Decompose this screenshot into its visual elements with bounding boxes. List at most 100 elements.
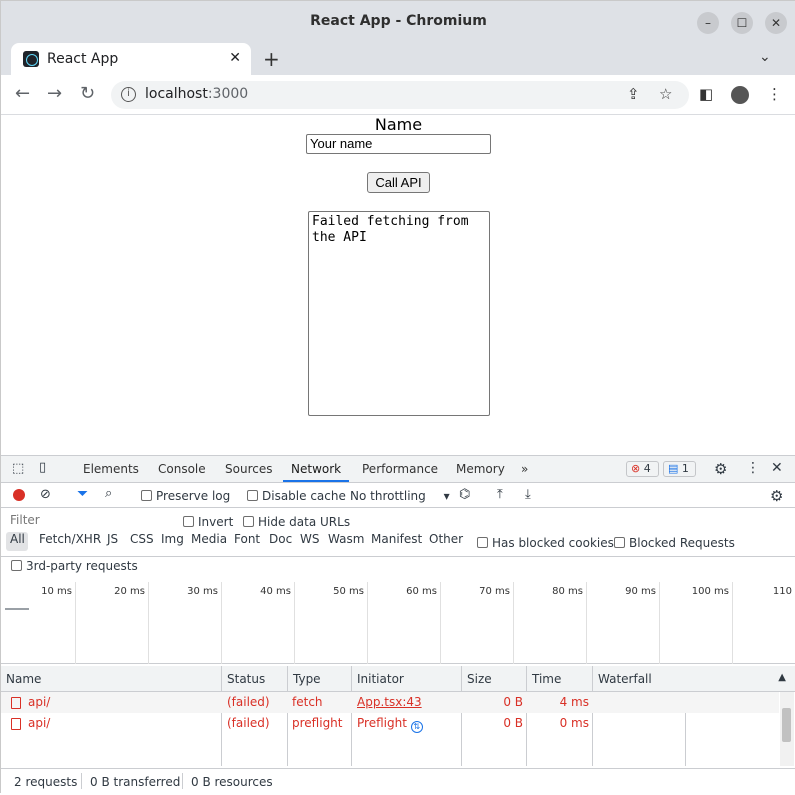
scrollbar-thumb[interactable] [782,708,791,742]
tab-elements[interactable]: Elements [83,462,139,476]
devtools-menu-icon[interactable]: ⋮ [746,460,760,476]
forward-icon[interactable]: → [47,83,62,104]
inspect-element-icon[interactable]: ⬚ [12,461,24,476]
preserve-log-checkbox[interactable]: Preserve log [141,489,230,503]
filter-fetch-xhr[interactable]: Fetch/XHR [39,532,101,546]
site-info-icon[interactable]: i [121,87,136,102]
document-error-icon [11,718,21,730]
timeline-tick: 110 [732,582,795,664]
url-text: localhost:3000 [145,86,249,102]
throttling-select[interactable]: No throttling ▾ [350,489,450,503]
col-type-header[interactable]: Type [288,666,352,692]
record-icon[interactable] [13,489,25,501]
summary-transferred: 0 B transferred [90,775,181,789]
timeline-tick: 100 ms [659,582,732,664]
close-window-button[interactable]: ✕ [765,12,787,34]
close-tab-icon[interactable]: ✕ [229,50,241,66]
preflight-icon[interactable]: ⇅ [410,721,423,733]
filter-ws[interactable]: WS [300,532,319,546]
close-devtools-icon[interactable]: ✕ [771,460,783,476]
name-input[interactable]: Your name [306,134,491,154]
reload-icon[interactable]: ↻ [80,83,95,104]
request-type: fetch [292,695,323,709]
device-toolbar-icon[interactable]: ▯ [39,460,46,475]
filter-input[interactable]: Filter [6,513,171,530]
col-name-header[interactable]: Name [1,666,222,692]
tab-strip: React App ✕ [1,43,795,75]
filter-media[interactable]: Media [191,532,227,546]
filter-img[interactable]: Img [161,532,184,546]
message-badge[interactable]: ▤ 1 [663,461,696,477]
col-waterfall-header[interactable]: Waterfall ▲ [593,666,795,692]
side-panel-icon[interactable]: ◧ [699,85,713,103]
tab-console[interactable]: Console [158,462,206,476]
col-size-header[interactable]: Size [462,666,527,692]
output-textarea[interactable]: Failed fetching from the API [308,211,490,416]
table-row[interactable]: api/ (failed) fetch App.tsx:43 0 B 4 ms [1,692,779,713]
requests-scrollbar[interactable] [780,692,794,766]
tab-performance[interactable]: Performance [362,462,438,476]
document-error-icon [11,697,21,709]
browser-tab[interactable]: React App ✕ [11,43,251,75]
share-icon[interactable]: ⇪ [627,85,640,103]
back-icon[interactable]: ← [15,83,30,104]
clear-icon[interactable]: ⊘ [40,487,51,502]
third-party-checkbox[interactable]: 3rd-party requests [11,559,138,573]
network-toolbar: ⊘ ⏷ ⌕ Preserve log Disable cache No thro… [1,484,795,508]
tab-memory[interactable]: Memory [456,462,505,476]
request-name: api/ [28,695,51,709]
tab-network[interactable]: Network [282,462,350,482]
bookmark-star-icon[interactable]: ☆ [659,85,672,103]
timeline-tick: 60 ms [367,582,440,664]
divider [81,773,82,789]
window-title: React App - Chromium [310,13,487,29]
profile-avatar-icon[interactable] [731,86,749,104]
request-initiator-link[interactable]: App.tsx:43 [357,695,422,709]
disable-cache-checkbox[interactable]: Disable cache [247,489,346,503]
filter-manifest[interactable]: Manifest [371,532,422,546]
invert-checkbox[interactable]: Invert [183,515,233,529]
request-initiator[interactable]: Preflight ⇅ [357,716,423,733]
call-api-button[interactable]: Call API [367,172,430,193]
timeline-tick: 30 ms [148,582,221,664]
settings-gear-icon[interactable]: ⚙ [714,460,727,478]
network-settings-icon[interactable]: ⚙ [770,487,783,505]
request-size: 0 B [503,695,523,709]
filter-js[interactable]: JS [107,532,118,546]
filter-all[interactable]: All [10,532,25,546]
tab-search-chevron-icon[interactable]: ⌄ [759,49,771,65]
col-status-header[interactable]: Status [222,666,288,692]
table-row[interactable]: api/ (failed) preflight Preflight ⇅ 0 B … [1,713,779,734]
minimize-button[interactable]: – [697,12,719,34]
filter-wasm[interactable]: Wasm [328,532,364,546]
summary-requests: 2 requests [14,775,78,789]
menu-kebab-icon[interactable]: ⋮ [767,85,782,103]
tab-sources[interactable]: Sources [225,462,272,476]
has-blocked-cookies-checkbox[interactable]: Has blocked cookies [477,536,614,550]
address-bar[interactable]: i localhost:3000 [111,81,689,109]
import-har-icon[interactable]: ⤒ [497,487,503,502]
col-initiator-header[interactable]: Initiator [352,666,462,692]
filter-font[interactable]: Font [234,532,260,546]
col-time-header[interactable]: Time [527,666,593,692]
filter-css[interactable]: CSS [130,532,154,546]
export-har-icon[interactable]: ⤓ [525,487,531,502]
filter-other[interactable]: Other [429,532,463,546]
message-icon: ▤ [668,462,679,475]
filter-icon[interactable]: ⏷ [77,486,88,502]
timeline-tick: 50 ms [294,582,367,664]
network-overview-timeline[interactable]: 10 ms 20 ms 30 ms 40 ms 50 ms 60 ms 70 m… [1,582,795,664]
search-icon[interactable]: ⌕ [105,486,112,501]
timeline-tick: 20 ms [75,582,148,664]
error-badge[interactable]: ⊗ 4 [626,461,659,477]
new-tab-icon[interactable]: + [263,47,280,71]
filter-doc[interactable]: Doc [269,532,292,546]
filter-row: Filter Invert Hide data URLs [1,509,795,533]
more-tabs-icon[interactable]: » [521,462,528,476]
blocked-requests-checkbox[interactable]: Blocked Requests [614,536,735,550]
hide-data-urls-checkbox[interactable]: Hide data URLs [243,515,350,529]
network-conditions-icon[interactable]: ⌬ [459,487,470,502]
maximize-button[interactable]: ☐ [731,12,753,34]
request-time: 0 ms [559,716,589,730]
summary-resources: 0 B resources [191,775,273,789]
